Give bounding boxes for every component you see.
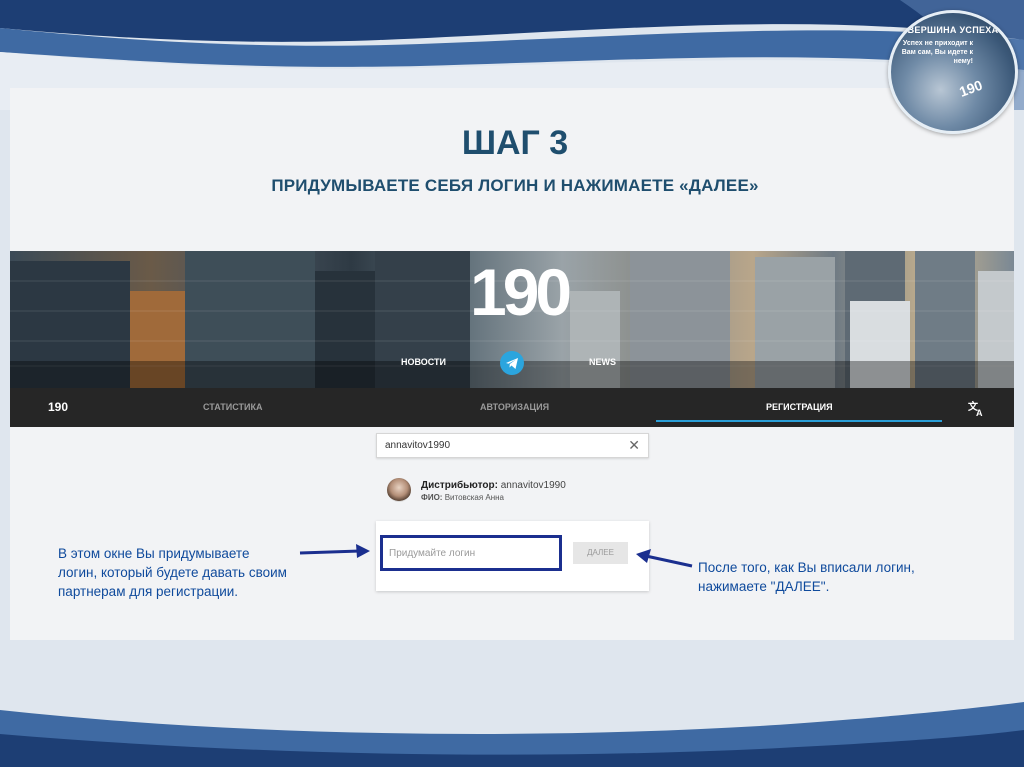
badge-slogan: Успех не приходит к Вам сам, Вы идете к … (901, 40, 973, 65)
badge-number: 190 (957, 76, 985, 100)
next-button[interactable]: ДАЛЕЕ (573, 542, 628, 564)
tab-authorization[interactable]: АВТОРИЗАЦИЯ (480, 402, 549, 412)
left-annotation-line-1: В этом окне Вы придумываете (58, 546, 250, 561)
fio-label: ФИО: (421, 493, 443, 502)
distributor-label: Дистрибьютор: (421, 480, 498, 491)
tab-registration[interactable]: РЕГИСТРАЦИЯ (766, 402, 833, 412)
right-annotation-line-1: После того, как Вы вписали логин, (698, 560, 915, 575)
translate-icon[interactable]: 文 A (968, 399, 986, 417)
distributor-search-value: annavitov1990 (385, 440, 451, 451)
site-logo[interactable]: 190 (470, 252, 572, 332)
news-link-ru[interactable]: НОВОСТИ (401, 357, 446, 367)
step-title: ШАГ 3 (461, 124, 569, 162)
distributor-line: Дистрибьютор: annavitov1990 (421, 480, 566, 491)
distributor-search-field[interactable]: annavitov1990 ✕ (376, 433, 649, 458)
step-subtitle: ПРИДУМЫВАЕТЕ СЕБЯ ЛОГИН И НАЖИМАЕТЕ «ДАЛ… (271, 176, 759, 195)
slide-bottom-decoration (0, 690, 1024, 767)
login-input[interactable] (389, 548, 549, 559)
login-input-highlight (380, 535, 562, 571)
right-annotation: После того, как Вы вписали логин, нажима… (698, 558, 915, 596)
active-tab-indicator (656, 420, 942, 422)
brand-badge: ВЕРШИНА УСПЕХА Успех не приходит к Вам с… (888, 10, 1018, 134)
svg-text:A: A (976, 408, 983, 417)
distributor-value: annavitov1990 (500, 480, 566, 491)
left-annotation-line-2: логин, который будете давать своим (58, 565, 287, 580)
distributor-avatar (387, 478, 411, 502)
news-link-en[interactable]: NEWS (589, 357, 616, 367)
right-annotation-line-2: нажимаете "ДАЛЕЕ". (698, 579, 830, 594)
fio-value: Витовская Анна (444, 493, 504, 502)
nav-logo[interactable]: 190 (48, 400, 68, 414)
left-annotation: В этом окне Вы придумываете логин, котор… (58, 544, 287, 601)
fio-line: ФИО: Витовская Анна (421, 493, 504, 502)
telegram-icon[interactable] (500, 351, 524, 375)
left-annotation-line-3: партнерам для регистрации. (58, 584, 239, 599)
clear-icon[interactable]: ✕ (628, 438, 640, 452)
badge-title: ВЕРШИНА УСПЕХА (907, 25, 999, 35)
tab-statistics[interactable]: СТАТИСТИКА (203, 402, 262, 412)
